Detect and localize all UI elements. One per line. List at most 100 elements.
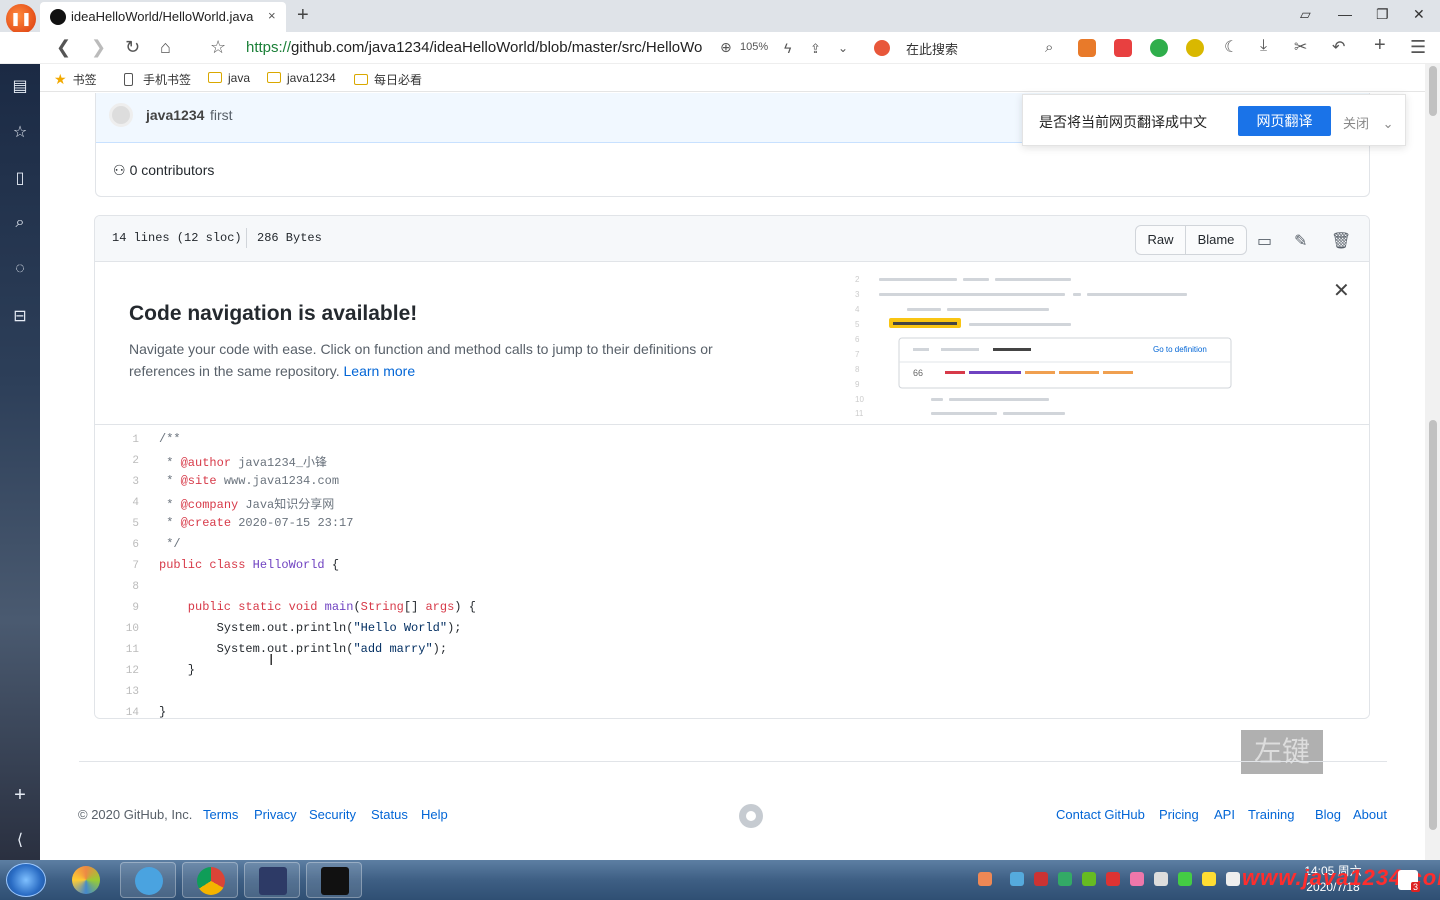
reader-icon[interactable]: ▯ [10,168,30,188]
close-window-button[interactable]: ✕ [1413,6,1425,23]
tray-icon[interactable] [1034,872,1048,886]
sidebar-add-icon[interactable]: + [10,784,30,806]
search-icon[interactable]: ⌕ [1045,39,1053,56]
chevron-down-icon[interactable]: ⌄ [838,41,848,55]
favorites-icon[interactable]: ☆ [10,122,30,142]
tray-icon[interactable] [1130,872,1144,886]
line-number[interactable]: 9 [95,602,139,614]
bookmark-item[interactable]: ★ 书签 [54,71,97,88]
line-number[interactable]: 8 [95,581,139,593]
notification-icon[interactable]: 3 [1398,870,1420,892]
download-icon[interactable]: ⤓ [1260,37,1267,55]
menu-icon[interactable]: ☰ [1410,37,1426,58]
news-icon[interactable]: ▤ [10,76,30,96]
footer-link-security[interactable]: Security [309,807,356,822]
tray-icon[interactable] [1010,872,1024,886]
desktop-icon[interactable]: ▭ [1257,231,1272,251]
footer-link-api[interactable]: API [1214,807,1235,822]
browser-tab[interactable]: ideaHelloWorld/HelloWorld.java × [40,2,286,32]
line-number[interactable]: 1 [95,434,139,446]
line-number[interactable]: 11 [95,644,139,656]
contributors-count[interactable]: ⚇ 0 contributors [113,162,214,179]
scrollbar-thumb[interactable] [1429,420,1437,830]
share-icon[interactable]: ⇪ [810,41,821,57]
raw-button[interactable]: Raw [1136,226,1186,254]
learn-more-link[interactable]: Learn more [344,363,416,379]
address-bar[interactable]: https://github.com/java1234/ideaHelloWor… [246,39,702,56]
lightning-icon[interactable]: ϟ [784,40,791,56]
back-icon[interactable]: ❮ [56,37,71,58]
volume-icon[interactable] [1226,872,1240,886]
browser-logo-icon[interactable]: ❚❚ [6,4,36,34]
wechat-icon[interactable] [1178,872,1192,886]
github-logo-icon[interactable] [739,804,763,828]
line-number[interactable]: 7 [95,560,139,572]
line-number[interactable]: 12 [95,665,139,677]
translate-icon[interactable]: ⊟ [10,306,30,326]
line-number[interactable]: 6 [95,539,139,551]
avatar[interactable] [109,103,133,127]
taskbar-app[interactable] [120,862,176,898]
skin-icon[interactable]: ▱ [1300,6,1311,23]
footer-link-about[interactable]: About [1353,807,1387,822]
tray-icon[interactable] [1106,872,1120,886]
taskbar-app[interactable] [244,862,300,898]
taskbar-app[interactable] [306,862,362,898]
footer-link-terms[interactable]: Terms [203,807,238,822]
line-number[interactable]: 2 [95,455,139,467]
translate-button[interactable]: 网页翻译 [1238,106,1331,136]
footer-link-training[interactable]: Training [1248,807,1294,822]
translate-close-button[interactable]: 关闭 ⌄ [1343,113,1394,132]
scrollbar-thumb-top[interactable] [1429,66,1437,116]
chat-icon[interactable]: ◌ [10,260,30,280]
game-icon[interactable] [1078,39,1096,57]
home-icon[interactable]: ⌂ [160,37,171,58]
search-engine-icon[interactable] [874,40,890,56]
bookmark-item[interactable]: java1234 [267,71,336,85]
footer-link-contact[interactable]: Contact GitHub [1056,807,1145,822]
undo-icon[interactable]: ↶ [1332,37,1345,57]
zoom-level[interactable]: 105% [740,41,768,53]
night-mode-icon[interactable]: ☾ [1224,37,1238,57]
sidebar-search-icon[interactable]: ⌕ [10,214,30,234]
line-number[interactable]: 5 [95,518,139,530]
shield-icon[interactable] [1058,872,1072,886]
tray-icon[interactable] [978,872,992,886]
line-number[interactable]: 3 [95,476,139,488]
footer-link-pricing[interactable]: Pricing [1159,807,1199,822]
tray-icon[interactable] [1082,872,1096,886]
footer-link-help[interactable]: Help [421,807,448,822]
network-icon[interactable] [1154,872,1168,886]
reload-icon[interactable]: ↻ [125,37,140,58]
footer-link-privacy[interactable]: Privacy [254,807,297,822]
footer-link-status[interactable]: Status [371,807,408,822]
commit-author[interactable]: java1234 [146,107,204,123]
extension-green-icon[interactable] [1150,39,1168,57]
search-input[interactable]: 在此搜索 [906,39,958,58]
start-button[interactable] [6,863,46,897]
line-number[interactable]: 13 [95,686,139,698]
tab-close-icon[interactable]: × [268,8,276,23]
extension-red-icon[interactable] [1114,39,1132,57]
line-number[interactable]: 10 [95,623,139,635]
extension-yellow-icon[interactable] [1186,39,1204,57]
bookmark-item[interactable]: java [208,71,250,85]
commit-message[interactable]: first [210,107,233,123]
minimize-button[interactable]: — [1338,6,1352,22]
tray-icon[interactable] [1202,872,1216,886]
close-code-nav-button[interactable]: ✕ [1333,278,1350,303]
scissors-icon[interactable]: ✂ [1294,37,1307,57]
new-tab-button[interactable]: + [297,4,309,27]
taskbar-app[interactable] [182,862,238,898]
line-number[interactable]: 14 [95,707,139,718]
footer-link-blog[interactable]: Blog [1315,807,1341,822]
bookmark-item[interactable]: 每日必看 [354,71,422,88]
delete-trash-icon[interactable]: 🗑 [1331,231,1351,251]
collapse-sidebar-icon[interactable]: ⟨ [10,830,30,850]
blame-button[interactable]: Blame [1186,226,1246,254]
forward-icon[interactable]: ❯ [91,37,106,58]
bookmark-item[interactable]: 手机书签 [124,71,191,88]
add-icon[interactable]: + [1374,34,1386,57]
restore-button[interactable]: ❐ [1376,6,1389,23]
line-number[interactable]: 4 [95,497,139,509]
